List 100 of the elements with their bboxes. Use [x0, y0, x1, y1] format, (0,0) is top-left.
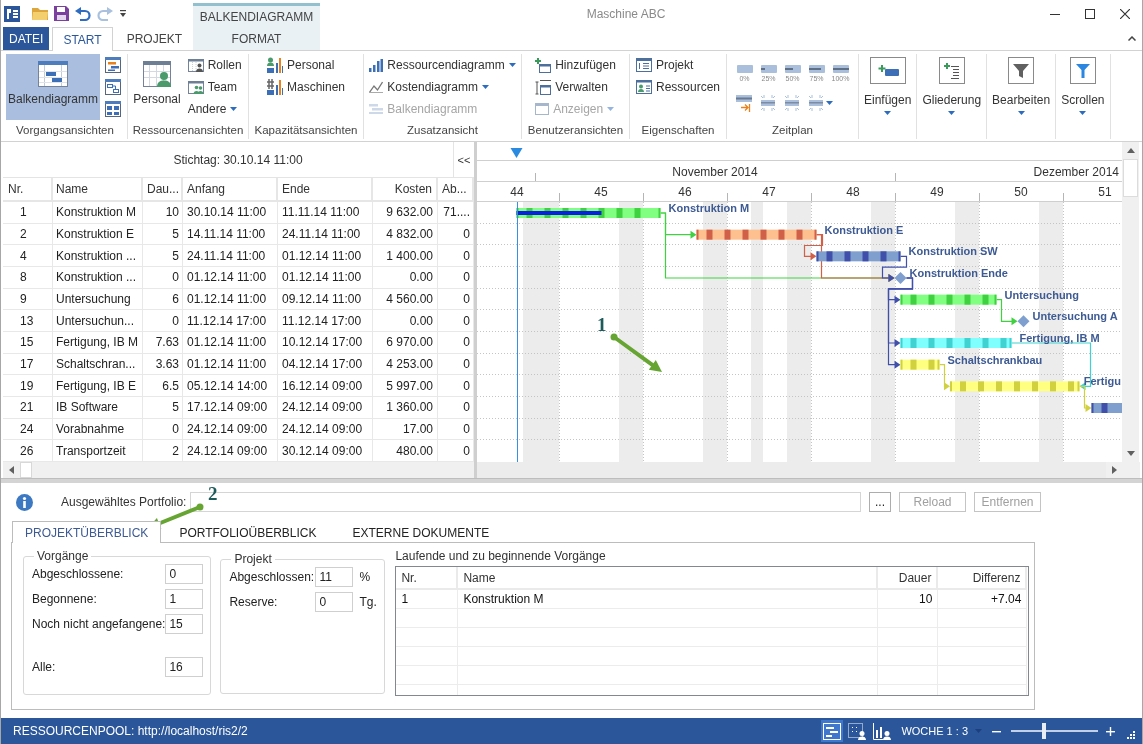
icon-button[interactable]	[102, 54, 124, 76]
progress-bar-icon	[808, 65, 825, 73]
dropdown-button[interactable]: Kostendiagramm	[366, 76, 519, 98]
ribbon-button[interactable]: Hinzufügen	[532, 54, 619, 76]
window-icon	[535, 103, 550, 115]
progress-bar-icon	[760, 65, 777, 73]
week-label: 49	[930, 185, 944, 199]
file-tab[interactable]: DATEI	[3, 27, 50, 50]
dropdown-button[interactable]: Andere	[184, 98, 245, 120]
caret-icon	[1017, 111, 1025, 115]
table-cell: 6 970.00	[373, 331, 438, 354]
task-label: Konstruktion Ende	[909, 267, 1008, 279]
view-button[interactable]	[821, 720, 844, 742]
ribbon-button[interactable]: Personal	[264, 54, 348, 76]
contact-card-icon	[636, 80, 652, 94]
scrollbar-thumb[interactable]	[20, 462, 32, 478]
tab[interactable]: EXTERNE DOKUMENTE	[334, 521, 508, 543]
week-label: 51	[1098, 185, 1112, 199]
table-cell: 1	[3, 202, 53, 224]
bar-chart-icon	[369, 58, 384, 72]
ribbon-tab[interactable]: FORMAT	[193, 27, 320, 50]
table-cell: 2	[143, 440, 183, 462]
week-label: 50	[1014, 185, 1028, 199]
number-field[interactable]: 0	[315, 592, 354, 612]
chevron-up-icon[interactable]	[1128, 36, 1136, 41]
dropdown-button[interactable]: Ressourcendiagramm	[366, 54, 519, 76]
table-cell: +7.04	[938, 590, 1028, 609]
table-cell: 6	[143, 288, 183, 311]
maximize-icon	[1084, 8, 1095, 19]
ribbon-button[interactable]: Maschinen	[264, 76, 348, 98]
ribbon-tab[interactable]: START	[52, 27, 113, 51]
ribbon-button[interactable]: Verwalten	[532, 76, 619, 98]
view-button[interactable]	[871, 720, 894, 742]
task-label: Fertigung, IB M	[1019, 332, 1100, 344]
app-icon[interactable]	[4, 5, 20, 22]
number-field[interactable]: 15	[165, 614, 204, 634]
save-icon[interactable]	[54, 6, 69, 21]
ribbon-button[interactable]: Rollen	[184, 54, 245, 76]
browse-button[interactable]: ...	[869, 492, 891, 512]
scrollbar-thumb[interactable]	[1123, 159, 1138, 197]
outline-icon	[938, 57, 965, 84]
dropdown-button[interactable]: Bearbeiten	[989, 54, 1054, 120]
number-field[interactable]: 0	[165, 564, 204, 584]
table-cell: 10.12.14 17:00	[278, 331, 373, 354]
ribbon-tab[interactable]: PROJEKT	[115, 27, 193, 50]
tab[interactable]: PROJEKTÜBERBLICK	[12, 521, 162, 543]
table-cell: 01.12.14 11:00	[183, 266, 278, 289]
caret-icon[interactable]	[119, 10, 127, 17]
table-cell: 8	[3, 266, 53, 289]
insert-icon	[869, 57, 906, 84]
ribbon-button[interactable]: Balkendiagramm	[5, 54, 100, 120]
table-cell: 17	[3, 353, 53, 376]
scroll-right-button[interactable]	[1106, 462, 1123, 478]
column-header: Dauer	[878, 567, 939, 590]
slider-thumb[interactable]	[1042, 723, 1047, 739]
table-cell: 01.12.14 11:00	[278, 266, 373, 289]
dependency-arrow	[995, 299, 1018, 326]
number-field[interactable]: 1	[165, 589, 204, 609]
table-cell: 04.12.14 17:00	[278, 353, 373, 376]
table-cell: 5	[143, 223, 183, 246]
week-label: 44	[510, 185, 524, 199]
ribbon-button[interactable]: Projekt	[633, 54, 723, 76]
table-cell: 1 360.00	[373, 396, 438, 419]
number-field[interactable]: 16	[165, 657, 204, 677]
view-button[interactable]	[846, 720, 869, 742]
person-chart-icon	[267, 57, 283, 73]
gantt-chart-icon	[38, 61, 68, 87]
table-cell: 01.12.14 11:00	[183, 288, 278, 311]
caret-icon	[230, 107, 238, 111]
table-cell: Konstruktion M	[53, 202, 143, 224]
task-label: Untersuchung	[1004, 288, 1080, 301]
dropdown-button[interactable]: Einfügen	[861, 54, 915, 120]
icon-button[interactable]	[102, 98, 124, 120]
group-label: Zusatzansicht	[406, 123, 479, 138]
zoom-level-dropdown[interactable]: WOCHE 1 : 3	[901, 725, 982, 737]
progress-bar-icon	[784, 65, 801, 73]
week-label: 45	[594, 185, 608, 199]
icon-button[interactable]	[102, 76, 124, 98]
ribbon-button[interactable]: Personal	[131, 54, 183, 120]
dropdown-button[interactable]: Gliederung	[919, 54, 985, 120]
person-chart-icon	[873, 722, 892, 740]
filter-icon	[1008, 57, 1035, 84]
caret-icon	[482, 85, 489, 89]
gantt-bars-icon	[105, 57, 121, 73]
ribbon-button[interactable]: Team	[184, 76, 245, 98]
dropdown-button[interactable]: Scrollen	[1058, 54, 1108, 120]
undo-icon[interactable]	[75, 6, 91, 21]
ribbon-button[interactable]: Ressourcen	[633, 76, 723, 98]
table-cell: 0.00	[373, 266, 438, 289]
table-cell: 24.11.14 11:00	[183, 245, 278, 267]
table-cell: 11.11.14 11:00	[278, 202, 373, 224]
tab[interactable]: PORTFOLIOÜBERBLICK	[161, 521, 335, 543]
table-cell: 6.5	[143, 375, 183, 397]
task-label: Untersuchung A	[1032, 310, 1118, 323]
empty-cell	[396, 666, 459, 685]
number-field[interactable]: 11	[315, 567, 354, 587]
section-title: Laufende und zu beginnende Vorgänge	[395, 549, 607, 565]
window-title: Maschine ABC	[586, 6, 666, 21]
table-cell: 14.11.14 11:00	[183, 223, 278, 246]
table-cell: 15	[3, 331, 53, 354]
